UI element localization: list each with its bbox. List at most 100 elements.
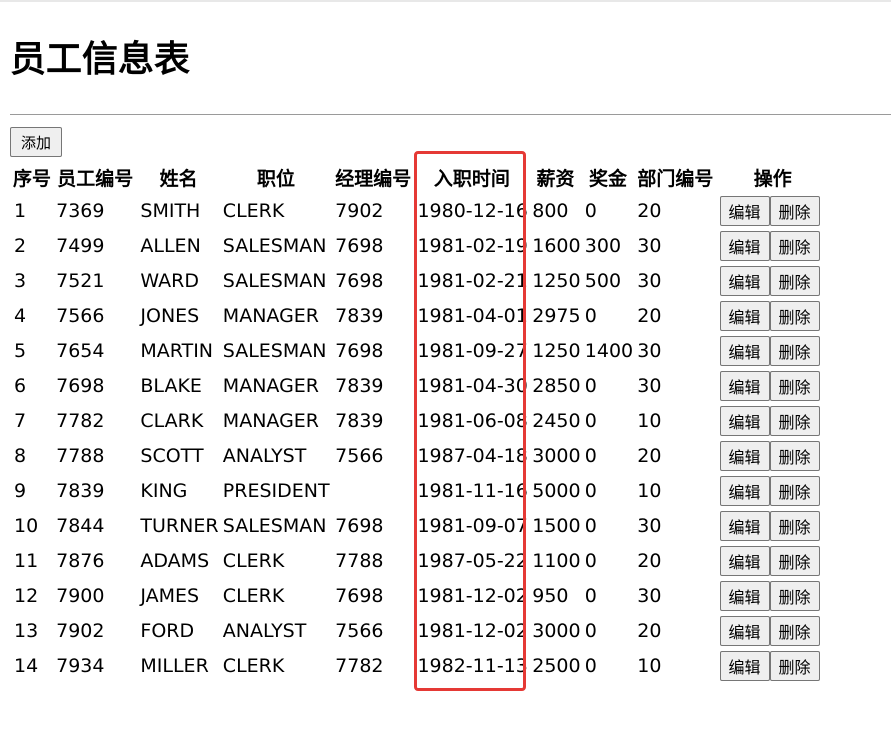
cell-job: CLERK — [222, 584, 285, 607]
delete-button[interactable]: 删除 — [769, 580, 820, 611]
cell-name: JAMES — [140, 584, 200, 607]
horizontal-rule — [10, 114, 891, 115]
cell-salary: 1100 — [532, 549, 581, 572]
cell-department-number: 30 — [637, 339, 662, 362]
cell-department-number: 10 — [637, 409, 662, 432]
table-row: 2 7499 ALLEN SALESMAN 7698 1981-02-19 1600 300 3… — [12, 229, 828, 262]
cell-hire-date: 1981-06-08 — [417, 409, 528, 432]
edit-button[interactable]: 编辑 — [719, 300, 770, 331]
cell-actions: 编辑 删除 — [718, 614, 828, 647]
table-row: 7 7782 CLARK MANAGER 7839 1981-06-08 2450 0 10 编辑… — [12, 404, 828, 437]
edit-button[interactable]: 编辑 — [719, 545, 770, 576]
delete-button[interactable]: 删除 — [769, 405, 820, 436]
cell-name: SCOTT — [140, 444, 204, 467]
header-manager-number: 经理编号 — [335, 167, 412, 190]
cell-salary: 3000 — [532, 619, 581, 642]
cell-job: MANAGER — [222, 374, 319, 397]
cell-department-number: 30 — [637, 584, 662, 607]
edit-button[interactable]: 编辑 — [719, 650, 770, 681]
cell-salary: 2450 — [532, 409, 581, 432]
cell-employee-number: 7654 — [56, 339, 105, 362]
delete-button[interactable]: 删除 — [769, 335, 820, 366]
delete-button[interactable]: 删除 — [769, 370, 820, 401]
delete-button[interactable]: 删除 — [769, 475, 820, 506]
table-row: 13 7902 FORD ANALYST 7566 1981-12-02 3000 0 20 编辑… — [12, 614, 828, 647]
table-header-row: 序号 员工编号 姓名 职位 经理编号 入职时间 薪资 奖金 部门编号 操作 — [12, 162, 828, 192]
cell-index: 7 — [14, 409, 27, 432]
cell-salary: 2975 — [532, 304, 581, 327]
cell-actions: 编辑 删除 — [718, 474, 828, 507]
edit-button[interactable]: 编辑 — [719, 335, 770, 366]
cell-employee-number: 7698 — [56, 374, 105, 397]
header-index: 序号 — [13, 167, 52, 190]
edit-button[interactable]: 编辑 — [719, 580, 770, 611]
cell-index: 6 — [14, 374, 27, 397]
cell-name: BLAKE — [140, 374, 202, 397]
add-button[interactable]: 添加 — [10, 127, 62, 157]
cell-manager-number: 7698 — [335, 339, 384, 362]
delete-button[interactable]: 删除 — [769, 510, 820, 541]
delete-button[interactable]: 删除 — [769, 265, 820, 296]
cell-department-number: 20 — [637, 549, 662, 572]
cell-department-number: 30 — [637, 269, 662, 292]
cell-hire-date: 1981-02-19 — [417, 234, 528, 257]
cell-commission: 0 — [584, 584, 597, 607]
edit-button[interactable]: 编辑 — [719, 195, 770, 226]
edit-button[interactable]: 编辑 — [719, 440, 770, 471]
table-row: 11 7876 ADAMS CLERK 7788 1987-05-22 1100 0 20 编辑删… — [12, 544, 828, 577]
delete-button[interactable]: 删除 — [769, 615, 820, 646]
cell-name: SMITH — [140, 199, 201, 222]
cell-index: 3 — [14, 269, 27, 292]
cell-employee-number: 7566 — [56, 304, 105, 327]
delete-button[interactable]: 删除 — [769, 230, 820, 261]
cell-salary: 1600 — [532, 234, 581, 257]
cell-department-number: 20 — [637, 199, 662, 222]
employee-table: 序号 员工编号 姓名 职位 经理编号 入职时间 薪资 奖金 部门编号 操作 1 7… — [10, 160, 830, 684]
cell-employee-number: 7839 — [56, 479, 105, 502]
cell-commission: 0 — [584, 619, 597, 642]
cell-index: 14 — [14, 654, 39, 677]
edit-button[interactable]: 编辑 — [719, 405, 770, 436]
cell-manager-number: 7566 — [335, 619, 384, 642]
edit-button[interactable]: 编辑 — [719, 510, 770, 541]
cell-hire-date: 1987-04-18 — [417, 444, 528, 467]
cell-actions: 编辑 删除 — [718, 404, 828, 437]
cell-salary: 1500 — [532, 514, 581, 537]
edit-button[interactable]: 编辑 — [719, 370, 770, 401]
cell-commission: 500 — [584, 269, 622, 292]
cell-job: SALESMAN — [222, 339, 327, 362]
cell-manager-number: 7788 — [335, 549, 384, 572]
edit-button[interactable]: 编辑 — [719, 615, 770, 646]
cell-hire-date: 1981-12-02 — [417, 619, 528, 642]
table-row: 3 7521 WARD SALESMAN 7698 1981-02-21 1250 500 30… — [12, 264, 828, 297]
cell-job: CLERK — [222, 654, 285, 677]
cell-index: 8 — [14, 444, 27, 467]
cell-employee-number: 7369 — [56, 199, 105, 222]
delete-button[interactable]: 删除 — [769, 300, 820, 331]
cell-commission: 1400 — [584, 339, 634, 362]
cell-manager-number: 7698 — [335, 269, 384, 292]
delete-button[interactable]: 删除 — [769, 545, 820, 576]
delete-button[interactable]: 删除 — [769, 195, 820, 226]
cell-index: 10 — [14, 514, 39, 537]
delete-button[interactable]: 删除 — [769, 650, 820, 681]
edit-button[interactable]: 编辑 — [719, 265, 770, 296]
cell-employee-number: 7900 — [56, 584, 105, 607]
cell-commission: 0 — [584, 374, 597, 397]
table-row: 10 7844 TURNER SALESMAN 7698 1981-09-07 1500 0 3… — [12, 509, 828, 542]
edit-button[interactable]: 编辑 — [719, 230, 770, 261]
cell-index: 2 — [14, 234, 27, 257]
cell-actions: 编辑 删除 — [718, 194, 828, 227]
delete-button[interactable]: 删除 — [769, 440, 820, 471]
cell-salary: 2500 — [532, 654, 581, 677]
cell-manager-number — [333, 474, 413, 507]
cell-actions: 编辑 删除 — [718, 649, 828, 682]
cell-actions: 编辑 删除 — [718, 579, 828, 612]
cell-hire-date: 1987-05-22 — [417, 549, 528, 572]
header-hire-date: 入职时间 — [433, 167, 510, 190]
edit-button[interactable]: 编辑 — [719, 475, 770, 506]
cell-job: CLERK — [222, 199, 285, 222]
cell-salary: 1250 — [532, 269, 581, 292]
cell-manager-number: 7698 — [335, 584, 384, 607]
cell-job: ANALYST — [222, 619, 307, 642]
